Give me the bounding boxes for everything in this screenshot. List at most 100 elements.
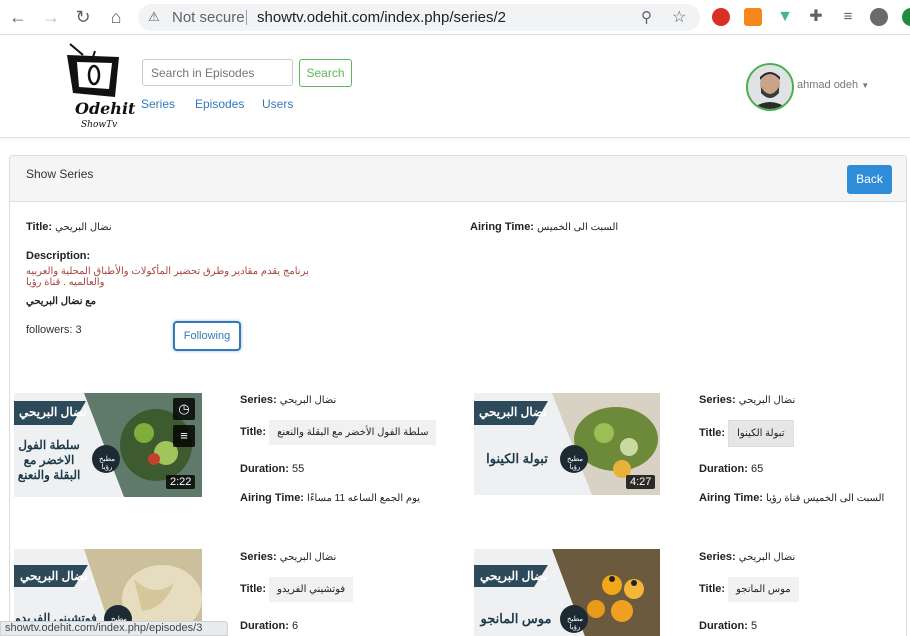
- security-label: Not secure: [172, 9, 245, 26]
- thumbnail-host-name: نضال البريحي: [479, 405, 547, 419]
- airing-label: Airing Time:: [699, 492, 763, 504]
- title-label: Title:: [699, 427, 726, 439]
- nav-episodes-link[interactable]: Episodes: [195, 97, 244, 111]
- back-arrow-icon[interactable]: ←: [8, 7, 28, 27]
- account-status-icon[interactable]: [902, 8, 910, 26]
- episode-title-row: Title: موس المانجو: [699, 577, 799, 602]
- episode-series-row: Series: نضال البريحي: [240, 551, 336, 563]
- episode-thumbnail[interactable]: نضال البريحي موس المانجو مطبخ رؤيا: [474, 549, 660, 636]
- episode-series-row: Series: نضال البريحي: [699, 394, 795, 406]
- forward-arrow-icon[interactable]: →: [41, 7, 61, 27]
- episode-title-row: Title: تبولة الكينوا: [699, 420, 794, 447]
- episode-duration-value: 6: [291, 620, 299, 632]
- series-label: Series:: [699, 394, 736, 406]
- bookmark-star-icon[interactable]: ☆: [672, 7, 686, 27]
- caret-down-icon: ▼: [861, 81, 870, 90]
- thumbnail-title: تبولة الكينوا: [486, 451, 548, 466]
- title-label: Title:: [699, 583, 726, 595]
- episode-series-row: Series: نضال البريحي: [699, 551, 795, 563]
- panel-title: Show Series: [26, 167, 94, 181]
- episode-airing-row: Airing Time: يوم الجمع الساعه 11 مساءًا: [240, 492, 420, 504]
- user-avatar[interactable]: [746, 63, 794, 111]
- zoom-icon[interactable]: ⚲: [641, 8, 652, 26]
- episode-duration-row: Duration: 55: [240, 463, 304, 475]
- user-name: ahmad odeh: [797, 79, 859, 91]
- duration-label: Duration:: [699, 463, 748, 475]
- episode-title-row: Title: سلطة الفول الأخضر مع البقلة والنعن…: [240, 420, 437, 445]
- nav-users-link[interactable]: Users: [262, 97, 293, 111]
- duration-label: Duration:: [240, 620, 289, 632]
- episode-duration-value: 55: [291, 463, 305, 475]
- title-label: Title:: [26, 221, 53, 233]
- airing-label: Airing Time:: [470, 221, 534, 233]
- series-title-value: نضال البريحي: [55, 222, 112, 233]
- divider: [246, 10, 247, 25]
- series-label: Series:: [240, 394, 277, 406]
- thumbnail-channel-logo: مطبخ رؤيا: [98, 456, 116, 471]
- thumbnail-title: موس المانجو: [480, 611, 552, 626]
- duration-label: Duration:: [699, 620, 748, 632]
- vue-extension-icon[interactable]: ▼: [776, 8, 794, 26]
- thumbnail-channel-logo: مطبخ رؤيا: [566, 616, 584, 631]
- browser-toolbar: ← → ↻ ⌂ ⚠ Not secure showtv.odehit.com/i…: [0, 0, 910, 35]
- episode-thumbnail[interactable]: نضال البريحي تبولة الكينوا مطبخ رؤيا 4:2…: [474, 393, 660, 495]
- title-label: Title:: [240, 583, 267, 595]
- episode-duration-row: Duration: 6: [240, 620, 298, 632]
- series-airing-row: Airing Time: السبت الى الخميس: [470, 221, 618, 233]
- episode-title-link[interactable]: سلطة الفول الأخضر مع البقلة والنعنع: [269, 420, 437, 445]
- episode-series-value: نضال البريحي: [279, 395, 337, 406]
- episode-duration-row: Duration: 65: [699, 463, 763, 475]
- episode-airing-row: Airing Time: السبت الى الخميس قناة رؤيا: [699, 492, 884, 504]
- series-airing-value: السبت الى الخميس: [537, 222, 619, 233]
- nav-series-link[interactable]: Series: [141, 97, 175, 111]
- episode-airing-value: السبت الى الخميس قناة رؤيا: [766, 493, 885, 504]
- episode-duration-value: 5: [750, 620, 758, 632]
- site-logo[interactable]: Odehit ShowTv: [65, 41, 135, 133]
- episode-series-value: نضال البريحي: [738, 552, 796, 563]
- profile-avatar-icon[interactable]: [870, 8, 888, 26]
- back-button[interactable]: Back: [847, 165, 892, 194]
- episode-thumbnail[interactable]: نضال البريحي سلطة الفول الاخضر مع البقلة…: [14, 393, 202, 497]
- thumbnail-title: سلطة الفول الاخضر مع البقلة والنعنع: [17, 438, 81, 482]
- title-label: Title:: [240, 426, 267, 438]
- followers-count: followers: 3: [26, 324, 82, 336]
- address-bar[interactable]: ⚠ Not secure showtv.odehit.com/index.php…: [138, 4, 700, 31]
- episode-title-link[interactable]: موس المانجو: [728, 577, 799, 602]
- episode-duration-row: Duration: 5: [699, 620, 757, 632]
- adblock-extension-icon[interactable]: [712, 8, 730, 26]
- search-input[interactable]: [142, 59, 293, 86]
- user-menu-toggle[interactable]: ahmad odeh ▼: [797, 79, 869, 91]
- warning-icon: ⚠: [148, 9, 160, 24]
- following-button[interactable]: Following: [173, 321, 241, 351]
- logo-subtitle: ShowTv: [81, 120, 118, 130]
- thumbnail-channel-logo: مطبخ رؤيا: [566, 456, 584, 471]
- search-button[interactable]: Search: [299, 59, 352, 87]
- duration-label: Duration:: [240, 463, 289, 475]
- media-queue-icon[interactable]: ≡: [839, 8, 857, 26]
- thumbnail-host-name: نضال البريحي: [20, 569, 88, 583]
- add-to-queue-icon[interactable]: ≡: [173, 425, 195, 447]
- series-panel: Show Series Back Title: نضال البريحي Air…: [9, 155, 907, 636]
- description-text: برنامج يقدم مقادير وطرق تحضير المأكولات …: [26, 266, 309, 288]
- video-duration-badge: 4:27: [626, 475, 656, 489]
- episode-title-link[interactable]: تبولة الكينوا: [728, 420, 794, 447]
- extensions-puzzle-icon[interactable]: ✚: [807, 8, 825, 26]
- episode-title-row: Title: فوتشيني الفريدو: [240, 577, 354, 602]
- episode-title-link[interactable]: فوتشيني الفريدو: [269, 577, 354, 602]
- watch-later-clock-icon[interactable]: ◷: [173, 398, 195, 420]
- video-duration-badge: 2:22: [166, 475, 196, 489]
- episode-series-row: Series: نضال البريحي: [240, 394, 336, 406]
- episode-series-value: نضال البريحي: [279, 552, 337, 563]
- logo-wordmark: Odehit: [75, 99, 136, 118]
- url-text: showtv.odehit.com/index.php/series/2: [257, 9, 507, 26]
- airing-label: Airing Time:: [240, 492, 304, 504]
- reload-icon[interactable]: ↻: [73, 7, 93, 27]
- series-label: Series:: [240, 551, 277, 563]
- site-header: Odehit ShowTv Search Series Episodes Use…: [0, 36, 910, 138]
- metamask-extension-icon[interactable]: [744, 8, 762, 26]
- thumbnail-host-name: نضال البريحي: [19, 405, 87, 419]
- series-title-row: Title: نضال البريحي: [26, 221, 112, 233]
- home-icon[interactable]: ⌂: [106, 7, 126, 27]
- host-text: مع نضال البريحي: [26, 296, 96, 307]
- thumbnail-host-name: نضال البريحي: [480, 569, 548, 583]
